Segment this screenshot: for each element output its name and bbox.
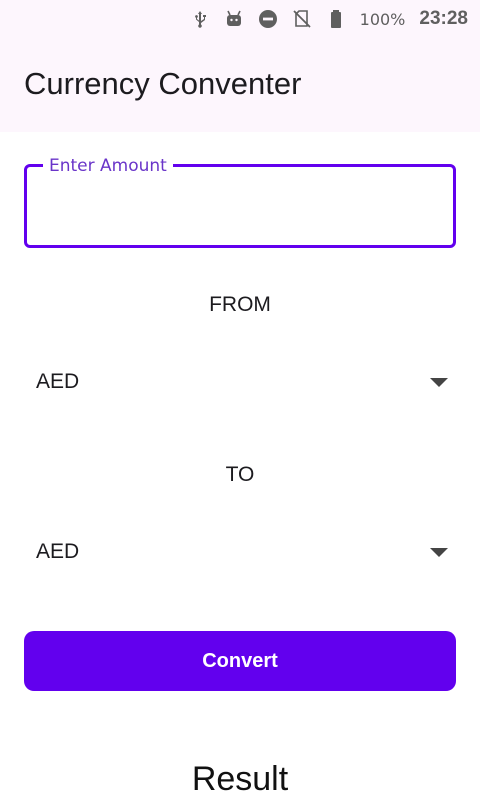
do-not-disturb-icon: [258, 9, 278, 29]
no-sim-icon: [292, 9, 312, 29]
to-currency-spinner[interactable]: AED: [24, 522, 456, 582]
to-label: TO: [225, 463, 255, 486]
from-currency-value: AED: [36, 370, 80, 393]
from-currency-spinner[interactable]: AED: [24, 352, 456, 412]
amount-input[interactable]: [43, 187, 437, 225]
to-currency-value: AED: [36, 540, 80, 563]
app-title: Currency Conventer: [24, 66, 302, 101]
from-label: FROM: [209, 293, 271, 316]
status-bar: 100% 23:28: [0, 0, 480, 38]
usb-icon: [190, 9, 210, 29]
amount-field[interactable]: Enter Amount: [24, 156, 456, 248]
result-text: Result: [191, 760, 289, 798]
android-debug-icon: [224, 9, 244, 29]
battery-icon: [326, 9, 346, 29]
app-bar: 100% 23:28 Currency Conventer: [0, 0, 480, 132]
status-clock: 23:28: [419, 8, 468, 29]
dropdown-arrow-icon: [430, 377, 448, 387]
dropdown-arrow-icon: [430, 547, 448, 557]
amount-field-label: Enter Amount: [43, 156, 173, 176]
battery-percentage: 100%: [359, 9, 406, 29]
convert-button[interactable]: Convert: [24, 631, 456, 691]
